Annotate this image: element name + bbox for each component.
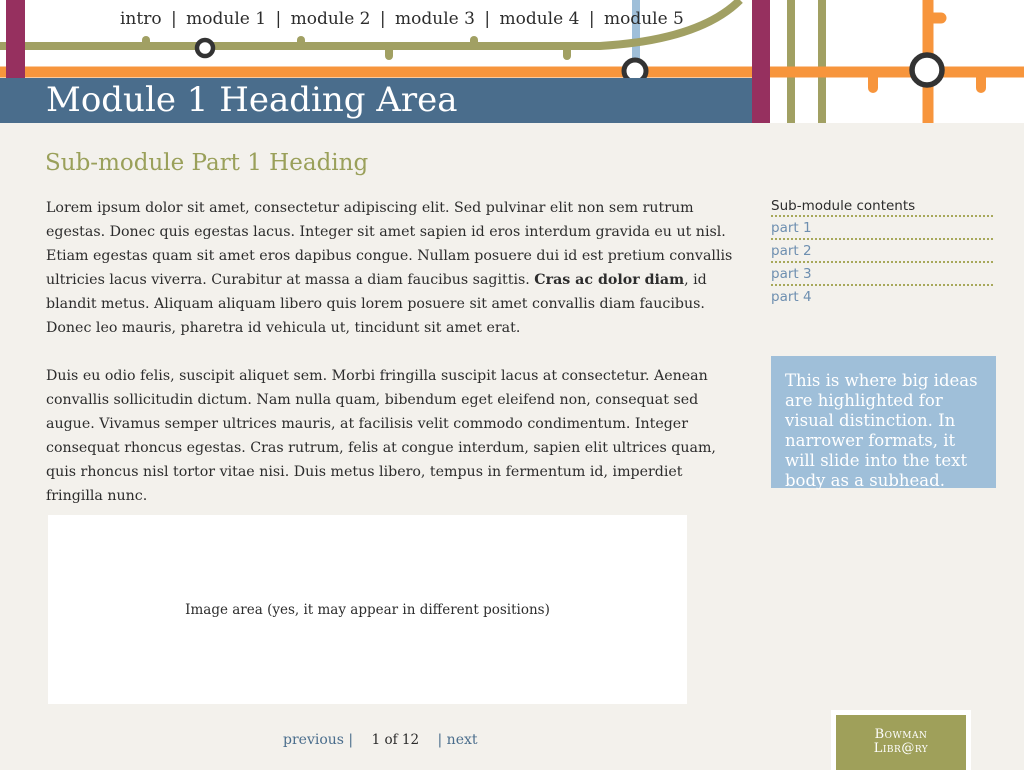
- station-icon: [194, 37, 216, 59]
- logo-line-1: Bowman: [874, 727, 928, 742]
- map-line-magenta-right: [752, 0, 770, 123]
- sidebar-item-part-1[interactable]: part 1: [771, 217, 993, 240]
- bowman-library-logo[interactable]: Bowman Libr@ry: [836, 715, 966, 770]
- nav-item-module-1[interactable]: module 1: [186, 9, 266, 29]
- map-line-magenta-left: [6, 0, 25, 78]
- nav-item-intro[interactable]: intro: [120, 9, 162, 29]
- nav-item-module-3[interactable]: module 3: [395, 9, 475, 29]
- image-placeholder-label: Image area (yes, it may appear in differ…: [185, 601, 550, 618]
- paragraph-2: Duis eu odio felis, suscipit aliquet sem…: [46, 368, 716, 504]
- nav-item-module-5[interactable]: module 5: [604, 9, 684, 29]
- sidebar-item-part-4[interactable]: part 4: [771, 286, 993, 307]
- nav-separator: |: [275, 9, 282, 29]
- station-icon: [909, 52, 945, 88]
- image-placeholder: Image area (yes, it may appear in differ…: [48, 515, 687, 704]
- pagination: previous | 1 of 12 | next: [283, 732, 478, 748]
- page-title: Module 1 Heading Area: [46, 80, 458, 120]
- logo-line-2: Libr@ry: [873, 741, 929, 756]
- module-nav: intro | module 1 | module 2 | module 3 |…: [120, 9, 684, 29]
- page-count: 1 of 12: [371, 732, 420, 748]
- sidebar-item-part-3[interactable]: part 3: [771, 263, 993, 286]
- nav-item-module-2[interactable]: module 2: [291, 9, 371, 29]
- header-banner: intro | module 1 | module 2 | module 3 |…: [0, 0, 1024, 123]
- submodule-contents: Sub-module contents part 1 part 2 part 3…: [771, 196, 993, 307]
- callout-box: This is where big ideas are highlighted …: [771, 356, 996, 490]
- nav-separator: |: [484, 9, 491, 29]
- sidebar-item-part-2[interactable]: part 2: [771, 240, 993, 263]
- nav-item-module-4[interactable]: module 4: [500, 9, 580, 29]
- nav-separator: |: [588, 9, 595, 29]
- body-text: Lorem ipsum dolor sit amet, consectetur …: [46, 196, 736, 532]
- paragraph-1: Lorem ipsum dolor sit amet, consectetur …: [46, 196, 736, 340]
- next-link[interactable]: | next: [438, 732, 478, 748]
- module-heading-bar: Module 1 Heading Area: [0, 78, 752, 123]
- bold-text: Cras ac dolor diam: [534, 272, 685, 288]
- previous-link[interactable]: previous |: [283, 732, 353, 748]
- nav-separator: |: [379, 9, 386, 29]
- submodule-contents-title: Sub-module contents: [771, 196, 993, 217]
- nav-separator: |: [171, 9, 177, 29]
- submodule-heading: Sub-module Part 1 Heading: [45, 150, 369, 176]
